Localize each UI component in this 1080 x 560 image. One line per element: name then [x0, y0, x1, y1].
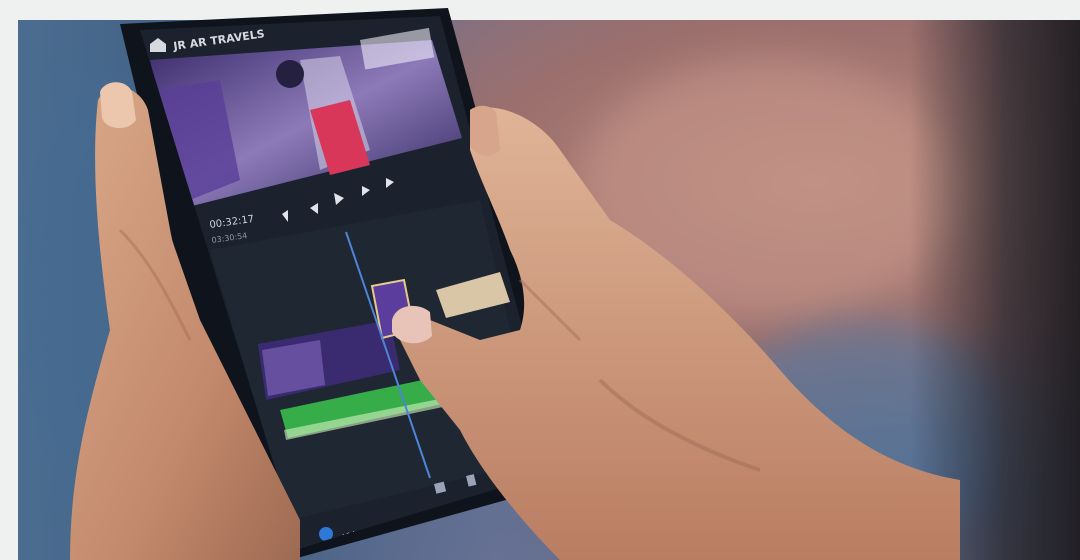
screenshot-frame: JR AR TRAVELS 00:32:17 03:30:54 [0, 0, 1080, 560]
right-thumbnail [392, 305, 432, 344]
right-fingertip-top [470, 105, 500, 156]
scene-svg: JR AR TRAVELS 00:32:17 03:30:54 [70, 8, 960, 560]
left-thumbnail [100, 82, 136, 129]
video-figure-head [276, 60, 304, 88]
